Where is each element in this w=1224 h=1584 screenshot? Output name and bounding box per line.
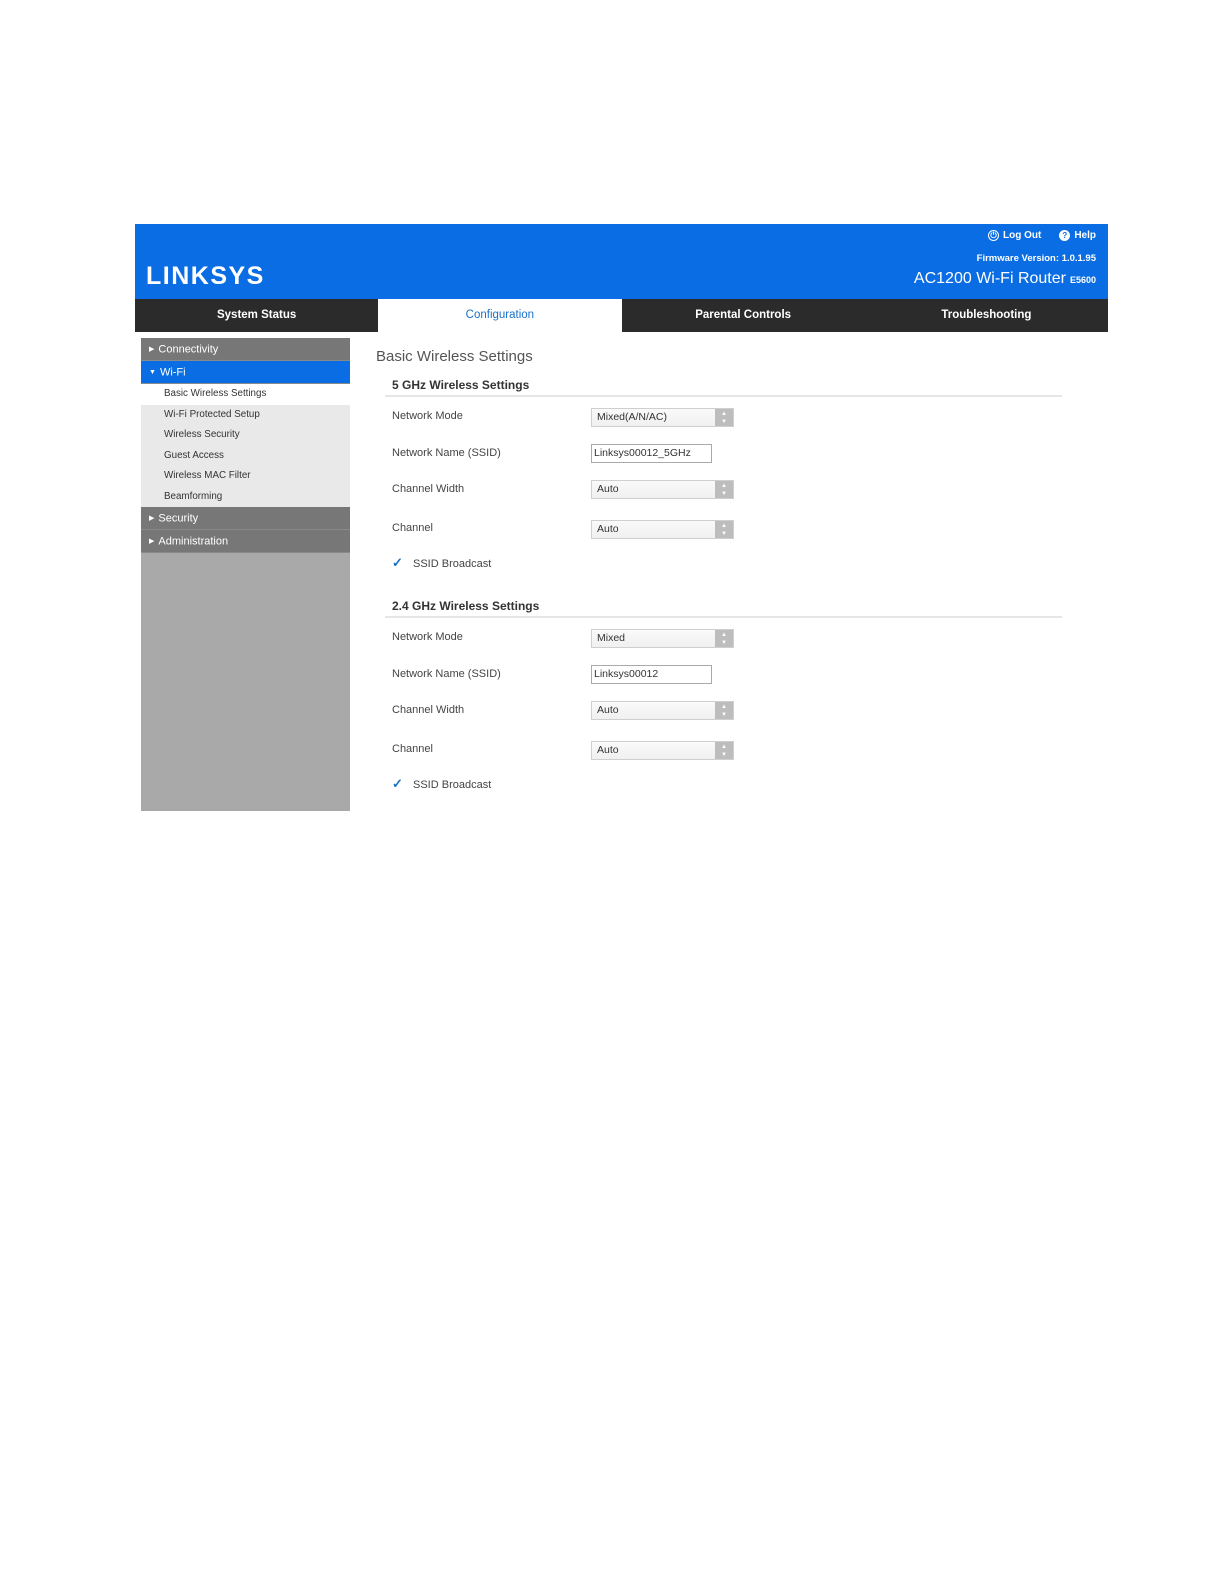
sidebar-item-basic-wireless-settings[interactable]: Basic Wireless Settings xyxy=(141,384,350,405)
select-value: Auto xyxy=(597,483,619,495)
sidebar-group-wifi[interactable]: ▼ Wi-Fi xyxy=(141,361,350,384)
divider xyxy=(385,395,1062,397)
wifi-submenu: Basic Wireless Settings Wi-Fi Protected … xyxy=(141,384,350,507)
sidebar-item-wireless-mac-filter[interactable]: Wireless MAC Filter xyxy=(141,466,350,487)
network-mode-label: Network Mode xyxy=(392,631,463,643)
chevron-right-icon: ▶ xyxy=(149,346,155,353)
ssid-broadcast-checkbox-5ghz[interactable]: ✓ SSID Broadcast xyxy=(392,555,492,570)
main-nav: System Status Configuration Parental Con… xyxy=(135,299,1108,332)
linksys-logo: LINKSYS xyxy=(146,262,265,290)
divider xyxy=(385,616,1062,618)
select-value: Auto xyxy=(597,523,619,535)
channel-width-label: Channel Width xyxy=(392,483,465,495)
section-title-24ghz: 2.4 GHz Wireless Settings xyxy=(392,599,540,613)
updown-arrows-icon: ▲ ▼ xyxy=(715,702,733,719)
logout-label: Log Out xyxy=(1003,230,1042,241)
sidebar: ▶ Connectivity ▼ Wi-Fi Basic Wireless Sett… xyxy=(141,338,350,811)
channel-width-select-5ghz[interactable]: Auto ▲ ▼ xyxy=(591,480,734,499)
select-value: Auto xyxy=(597,744,619,756)
checkmark-icon: ✓ xyxy=(392,776,403,791)
top-links: ⏻ Log Out ? Help xyxy=(988,230,1096,241)
router-title: AC1200 Wi-Fi Router E5600 xyxy=(914,270,1096,288)
checkmark-icon: ✓ xyxy=(392,555,403,570)
updown-arrows-icon: ▲ ▼ xyxy=(715,409,733,426)
select-value: Mixed(A/N/AC) xyxy=(597,411,668,423)
help-link[interactable]: ? Help xyxy=(1059,230,1096,241)
sidebar-group-label: Security xyxy=(158,512,199,525)
router-admin-window: LINKSYS ⏻ Log Out ? Help Firmware Versio… xyxy=(135,224,1108,814)
header-bar: LINKSYS ⏻ Log Out ? Help Firmware Versio… xyxy=(135,224,1108,299)
firmware-version: Firmware Version: 1.0.1.95 xyxy=(976,253,1096,264)
ssid-broadcast-checkbox-24ghz[interactable]: ✓ SSID Broadcast xyxy=(392,776,492,791)
chevron-down-icon: ▼ xyxy=(149,369,156,376)
sidebar-group-label: Wi-Fi xyxy=(159,366,186,379)
help-icon: ? xyxy=(1059,230,1071,241)
select-value: Auto xyxy=(597,704,619,716)
ssid-input-5ghz[interactable]: Linksys00012_5GHz xyxy=(591,444,712,463)
sidebar-item-beamforming[interactable]: Beamforming xyxy=(141,487,350,508)
logout-link[interactable]: ⏻ Log Out xyxy=(988,230,1041,241)
tab-troubleshooting[interactable]: Troubleshooting xyxy=(865,299,1108,332)
sidebar-item-wifi-protected-setup[interactable]: Wi-Fi Protected Setup xyxy=(141,405,350,426)
updown-arrows-icon: ▲ ▼ xyxy=(715,521,733,538)
router-name: AC1200 Wi-Fi Router xyxy=(913,270,1066,287)
channel-width-label: Channel Width xyxy=(392,704,465,716)
checkbox-label: SSID Broadcast xyxy=(413,557,492,570)
network-mode-select-24ghz[interactable]: Mixed ▲ ▼ xyxy=(591,629,734,648)
tab-parental-controls[interactable]: Parental Controls xyxy=(622,299,865,332)
sidebar-group-connectivity[interactable]: ▶ Connectivity xyxy=(141,338,350,361)
channel-select-24ghz[interactable]: Auto ▲ ▼ xyxy=(591,741,734,760)
channel-select-5ghz[interactable]: Auto ▲ ▼ xyxy=(591,520,734,539)
ssid-label: Network Name (SSID) xyxy=(392,447,501,459)
tab-system-status[interactable]: System Status xyxy=(135,299,378,332)
sidebar-group-label: Administration xyxy=(158,535,229,548)
updown-arrows-icon: ▲ ▼ xyxy=(715,630,733,647)
channel-label: Channel xyxy=(392,743,433,755)
channel-width-select-24ghz[interactable]: Auto ▲ ▼ xyxy=(591,701,734,720)
sidebar-group-security[interactable]: ▶ Security xyxy=(141,507,350,530)
ssid-input-24ghz[interactable]: Linksys00012 xyxy=(591,665,712,684)
channel-label: Channel xyxy=(392,522,433,534)
network-mode-select-5ghz[interactable]: Mixed(A/N/AC) ▲ ▼ xyxy=(591,408,734,427)
sidebar-item-wireless-security[interactable]: Wireless Security xyxy=(141,425,350,446)
select-value: Mixed xyxy=(597,632,626,644)
tab-configuration[interactable]: Configuration xyxy=(378,299,622,332)
chevron-right-icon: ▶ xyxy=(149,538,155,545)
page-title: Basic Wireless Settings xyxy=(376,348,533,365)
help-label: Help xyxy=(1074,230,1096,241)
sidebar-item-guest-access[interactable]: Guest Access xyxy=(141,446,350,467)
checkbox-label: SSID Broadcast xyxy=(413,778,492,791)
sidebar-group-administration[interactable]: ▶ Administration xyxy=(141,530,350,553)
section-title-5ghz: 5 GHz Wireless Settings xyxy=(392,378,530,392)
power-icon: ⏻ xyxy=(988,230,999,241)
sidebar-group-label: Connectivity xyxy=(158,343,219,356)
chevron-right-icon: ▶ xyxy=(149,515,155,522)
updown-arrows-icon: ▲ ▼ xyxy=(715,742,733,759)
ssid-label: Network Name (SSID) xyxy=(392,668,501,680)
updown-arrows-icon: ▲ ▼ xyxy=(715,481,733,498)
router-model: E5600 xyxy=(1069,275,1096,285)
network-mode-label: Network Mode xyxy=(392,410,463,422)
